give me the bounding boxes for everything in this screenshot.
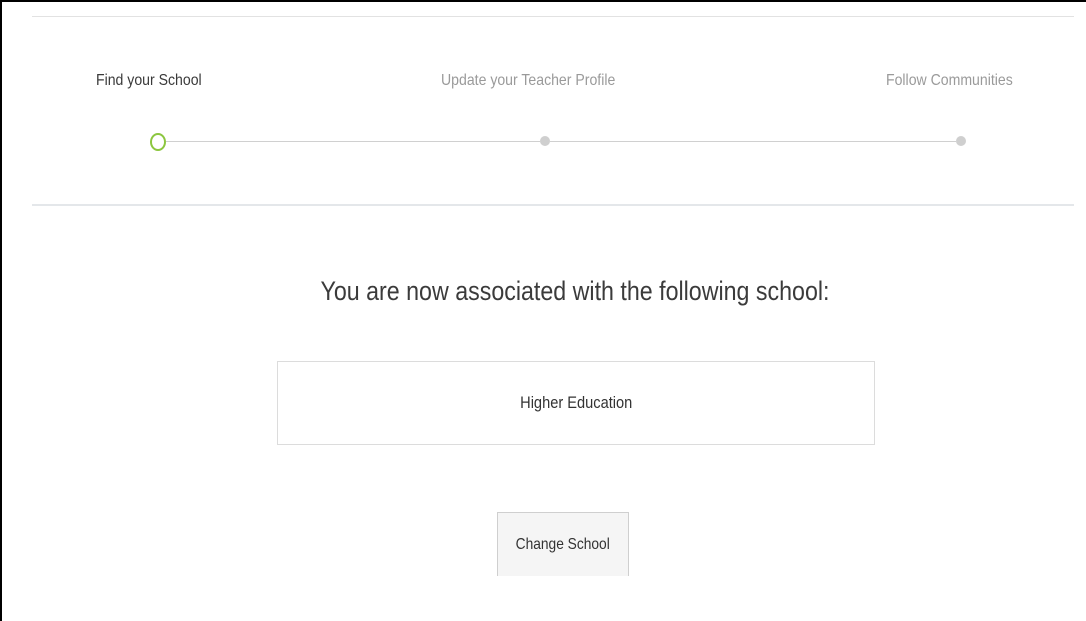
step-label-update-profile: Update your Teacher Profile — [441, 72, 616, 89]
school-name: Higher Education — [519, 393, 633, 412]
progress-stepper: Find your School Update your Teacher Pro… — [0, 0, 1086, 205]
section-divider — [32, 204, 1074, 206]
change-school-button[interactable]: Change School — [497, 512, 629, 576]
step-marker-follow-communities — [956, 136, 966, 146]
step-marker-current — [150, 133, 166, 151]
step-connector-2 — [550, 141, 956, 142]
step-label-follow-communities: Follow Communities — [886, 72, 1013, 89]
change-school-button-label: Change School — [515, 535, 611, 553]
step-label-find-school: Find your School — [96, 72, 202, 89]
step-marker-update-profile — [540, 136, 550, 146]
school-display-box: Higher Education — [277, 361, 875, 445]
association-heading: You are now associated with the followin… — [320, 276, 830, 306]
step-connector-1 — [166, 141, 540, 142]
